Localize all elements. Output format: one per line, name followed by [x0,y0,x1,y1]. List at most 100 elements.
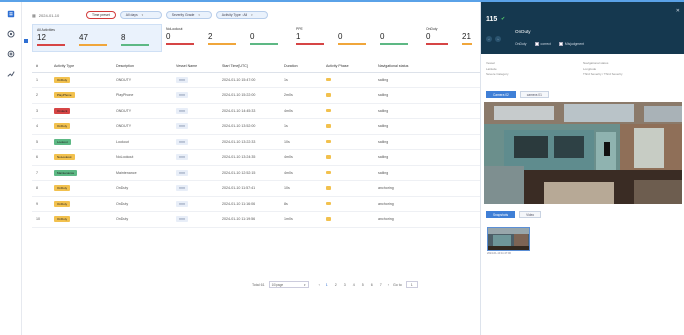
chart-icon[interactable] [7,70,15,78]
page-number[interactable]: 7 [378,283,384,287]
time-preset-label: Time preset [92,13,110,17]
severity-bar-high [166,43,194,45]
row-nav-status: sailing [374,103,480,119]
row-activity-type: OnDuty [50,196,112,212]
table-row[interactable]: 6 NoLookout NoLookout XXX 2024-01-10 13:24:3… [32,149,480,166]
page-number[interactable]: 2 [333,283,339,287]
row-description: Lookout [112,134,172,150]
row-activity-phase [322,180,374,197]
tab-camera-01[interactable]: camera 01 [519,91,549,98]
activity-type-select[interactable]: Activity Type : All ▾ [215,11,268,19]
row-description: NoLookout [112,149,172,166]
activity-type-tag: OnDuty [54,185,71,192]
row-start-time: 2024-01-10 15:47:00 [218,72,280,88]
next-page-icon[interactable]: › [388,283,389,287]
row-nav-status: anchoring [374,180,480,197]
page-size-select[interactable]: 10/page ▾ [268,281,309,288]
severity-select[interactable]: Severity Grade ▾ [165,11,212,19]
summary-card-nolookout[interactable]: NoLookout 0 2 0 [162,24,292,52]
row-activity-phase [322,149,374,166]
date-range-picker[interactable]: ▦ 2024-01-10 [32,13,82,18]
count-high: 0 [426,32,431,41]
activity-type-tag: Lookout [54,138,71,145]
row-duration: 4m0s [280,165,322,181]
correct-checkbox[interactable]: correct [534,42,551,46]
detail-nav: ‹ › [486,36,501,42]
count-medium: 2 [208,32,213,41]
time-preset-button[interactable]: Time preset [86,11,116,19]
summary-card-all[interactable]: All Activities 12 47 8 [24,24,162,52]
row-nav-status: anchoring [374,211,480,228]
chevron-down-icon: ▾ [251,13,253,17]
row-vessel: XXX [172,149,218,166]
media-tabs: Snapshots Video [486,211,542,218]
misjudgment-checkbox[interactable]: Misjudgment [558,42,584,46]
table-row[interactable]: 2 PlayPhone PlayPhone XXX 2024-01-10 15:22:0… [32,87,480,104]
summary-label: NoLookout [166,27,183,31]
property-key: Third Severity / Third Severity [583,72,623,76]
bridge-scene-image [484,102,682,204]
camera-icon[interactable] [7,30,15,38]
table-row[interactable]: 5 Lookout Lookout XXX 2024-01-10 13:22:33 10s… [32,134,480,150]
row-activity-type: PlayPhone [50,87,112,104]
dashboard-icon[interactable] [7,10,15,18]
summary-card-onduty[interactable]: OnDuty 0 21 [422,24,480,52]
table-row[interactable]: 1 OnDuty ONDUTY XXX 2024-01-10 15:47:00 1s sai… [32,72,480,88]
row-vessel: XXX [172,211,218,228]
count-high: 12 [37,33,46,42]
row-activity-phase [322,211,374,228]
table-row[interactable]: 7 Maintenance Maintenance XXX 2024-01-10 12:… [32,165,480,181]
col-nav-status: Navigational status [374,60,480,73]
severity-bar-low [380,43,408,45]
row-start-time: 2024-01-10 11:19:56 [218,211,280,228]
snapshot-thumbnail[interactable] [487,227,530,251]
row-activity-type: NoLookout [50,149,112,166]
goto-label: Go to [393,282,402,287]
close-icon[interactable]: ✕ [676,8,680,14]
days-select[interactable]: All days ▾ [119,11,162,19]
row-description: OnDuty [112,196,172,212]
page-number[interactable]: 1 [324,283,330,287]
tab-video[interactable]: Video [519,211,542,218]
activity-type-tag: OnDuty [54,123,71,130]
row-nav-status: sailing [374,118,480,135]
row-num: 5 [32,134,50,150]
row-activity-type: OnDuty [50,180,112,197]
table-row[interactable]: 4 OnDuty ONDUTY XXX 2024-01-10 13:52:00 1s sai… [32,118,480,135]
phase-icon [326,186,331,190]
count-low: 0 [250,32,255,41]
filter-bar: ▦ 2024-01-10 Time preset All days ▾ Sever… [32,10,268,20]
property-key: Severe Category [486,72,509,76]
summary-label: OnDuty [426,27,438,31]
page-number[interactable]: 3 [342,283,348,287]
prev-page-icon[interactable]: ‹ [319,283,320,287]
phase-icon [326,139,331,143]
tab-camera-02[interactable]: Camera 02 [486,91,516,98]
page-size-label: 10/page [271,282,284,287]
vessel-tag: XXX [176,92,189,99]
row-start-time: 2024-01-10 13:22:33 [218,134,280,150]
goto-value: 1 [410,282,413,287]
row-num: 4 [32,118,50,135]
row-duration: 1s [280,118,322,135]
page-number[interactable]: 6 [369,283,375,287]
table-row[interactable]: 10 OnDuty OnDuty XXX 2024-01-10 11:19:56 1m0s… [32,211,480,228]
table-row[interactable]: 9 OnDuty OnDuty XXX 2024-01-10 11:16:06 8s anc… [32,196,480,212]
prev-icon[interactable]: ‹ [486,36,492,42]
table-row[interactable]: 8 OnDuty OnDuty XXX 2024-01-10 11:57:41 10s an… [32,180,480,197]
thumbnail-image [488,228,529,250]
chevron-down-icon: ▾ [141,13,144,17]
row-duration: 8s [280,196,322,212]
row-activity-type: OnDuty [50,118,112,135]
goto-input[interactable]: 1 [405,281,418,288]
table-row[interactable]: 3 Ondeck ONDUTY XXX 2024-01-10 14:45:33 4m0s s… [32,103,480,119]
row-start-time: 2024-01-10 14:45:33 [218,103,280,119]
page-number[interactable]: 5 [360,283,366,287]
settings-icon[interactable] [7,50,15,58]
row-nav-status: sailing [374,149,480,166]
vessel-tag: XXX [176,154,189,161]
summary-card-ppe[interactable]: PPE 1 0 0 [292,24,422,52]
page-number[interactable]: 4 [351,283,357,287]
tab-snapshots[interactable]: Snapshots [486,211,516,218]
next-icon[interactable]: › [495,36,501,42]
